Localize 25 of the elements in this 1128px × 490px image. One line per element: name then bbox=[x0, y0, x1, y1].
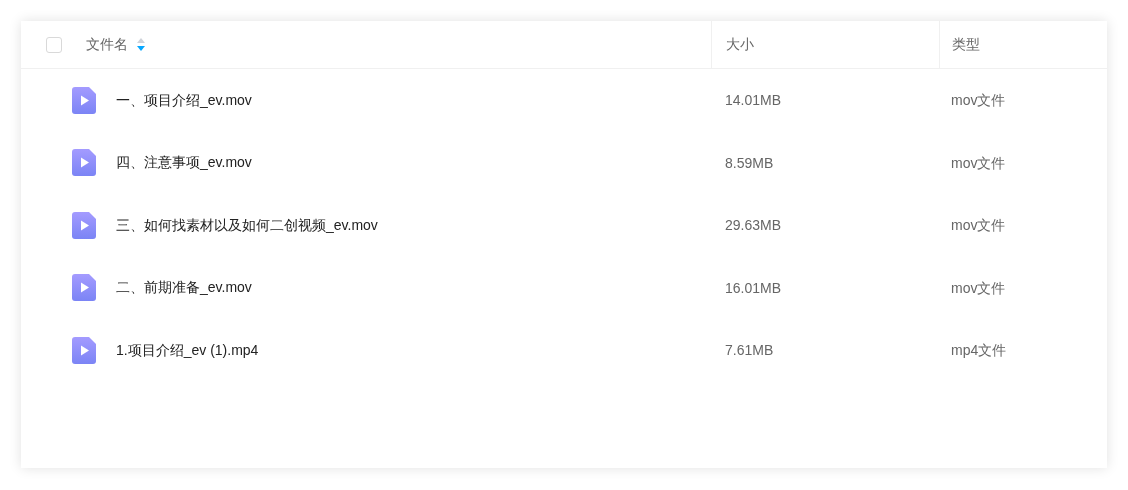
file-size: 7.61MB bbox=[725, 342, 774, 359]
column-header[interactable]: 文件名 bbox=[86, 34, 128, 55]
file-size: 16.01MB bbox=[725, 279, 782, 296]
file-type: mov文件 bbox=[951, 217, 1006, 234]
file-name[interactable]: 四、注意事项_ev.mov bbox=[116, 152, 252, 174]
file-name[interactable]: 三、如何找素材以及如何二创视频_ev.mov bbox=[116, 214, 378, 236]
file-name[interactable]: 一、项目介绍_ev.mov bbox=[116, 89, 252, 111]
video-file-icon bbox=[72, 86, 96, 114]
video-file-icon bbox=[72, 211, 96, 239]
column-header[interactable]: 类型 bbox=[952, 34, 980, 55]
file-type: mp4文件 bbox=[951, 342, 1007, 359]
video-file-icon bbox=[72, 336, 96, 364]
column-header[interactable]: 大小 bbox=[726, 34, 754, 55]
file-size: 8.59MB bbox=[725, 154, 774, 171]
video-file-icon bbox=[72, 274, 96, 302]
file-type: mov文件 bbox=[951, 92, 1006, 109]
file-name[interactable]: 1.项目介绍_ev (1).mp4 bbox=[116, 339, 259, 361]
file-type: mov文件 bbox=[951, 279, 1006, 296]
select-all-checkbox[interactable] bbox=[46, 36, 62, 53]
file-name[interactable]: 二、前期准备_ev.mov bbox=[116, 277, 252, 299]
file-size: 14.01MB bbox=[725, 92, 782, 109]
file-size: 29.63MB bbox=[725, 217, 782, 234]
file-type: mov文件 bbox=[951, 154, 1006, 171]
video-file-icon bbox=[72, 149, 96, 177]
sort-icon[interactable] bbox=[137, 38, 145, 51]
